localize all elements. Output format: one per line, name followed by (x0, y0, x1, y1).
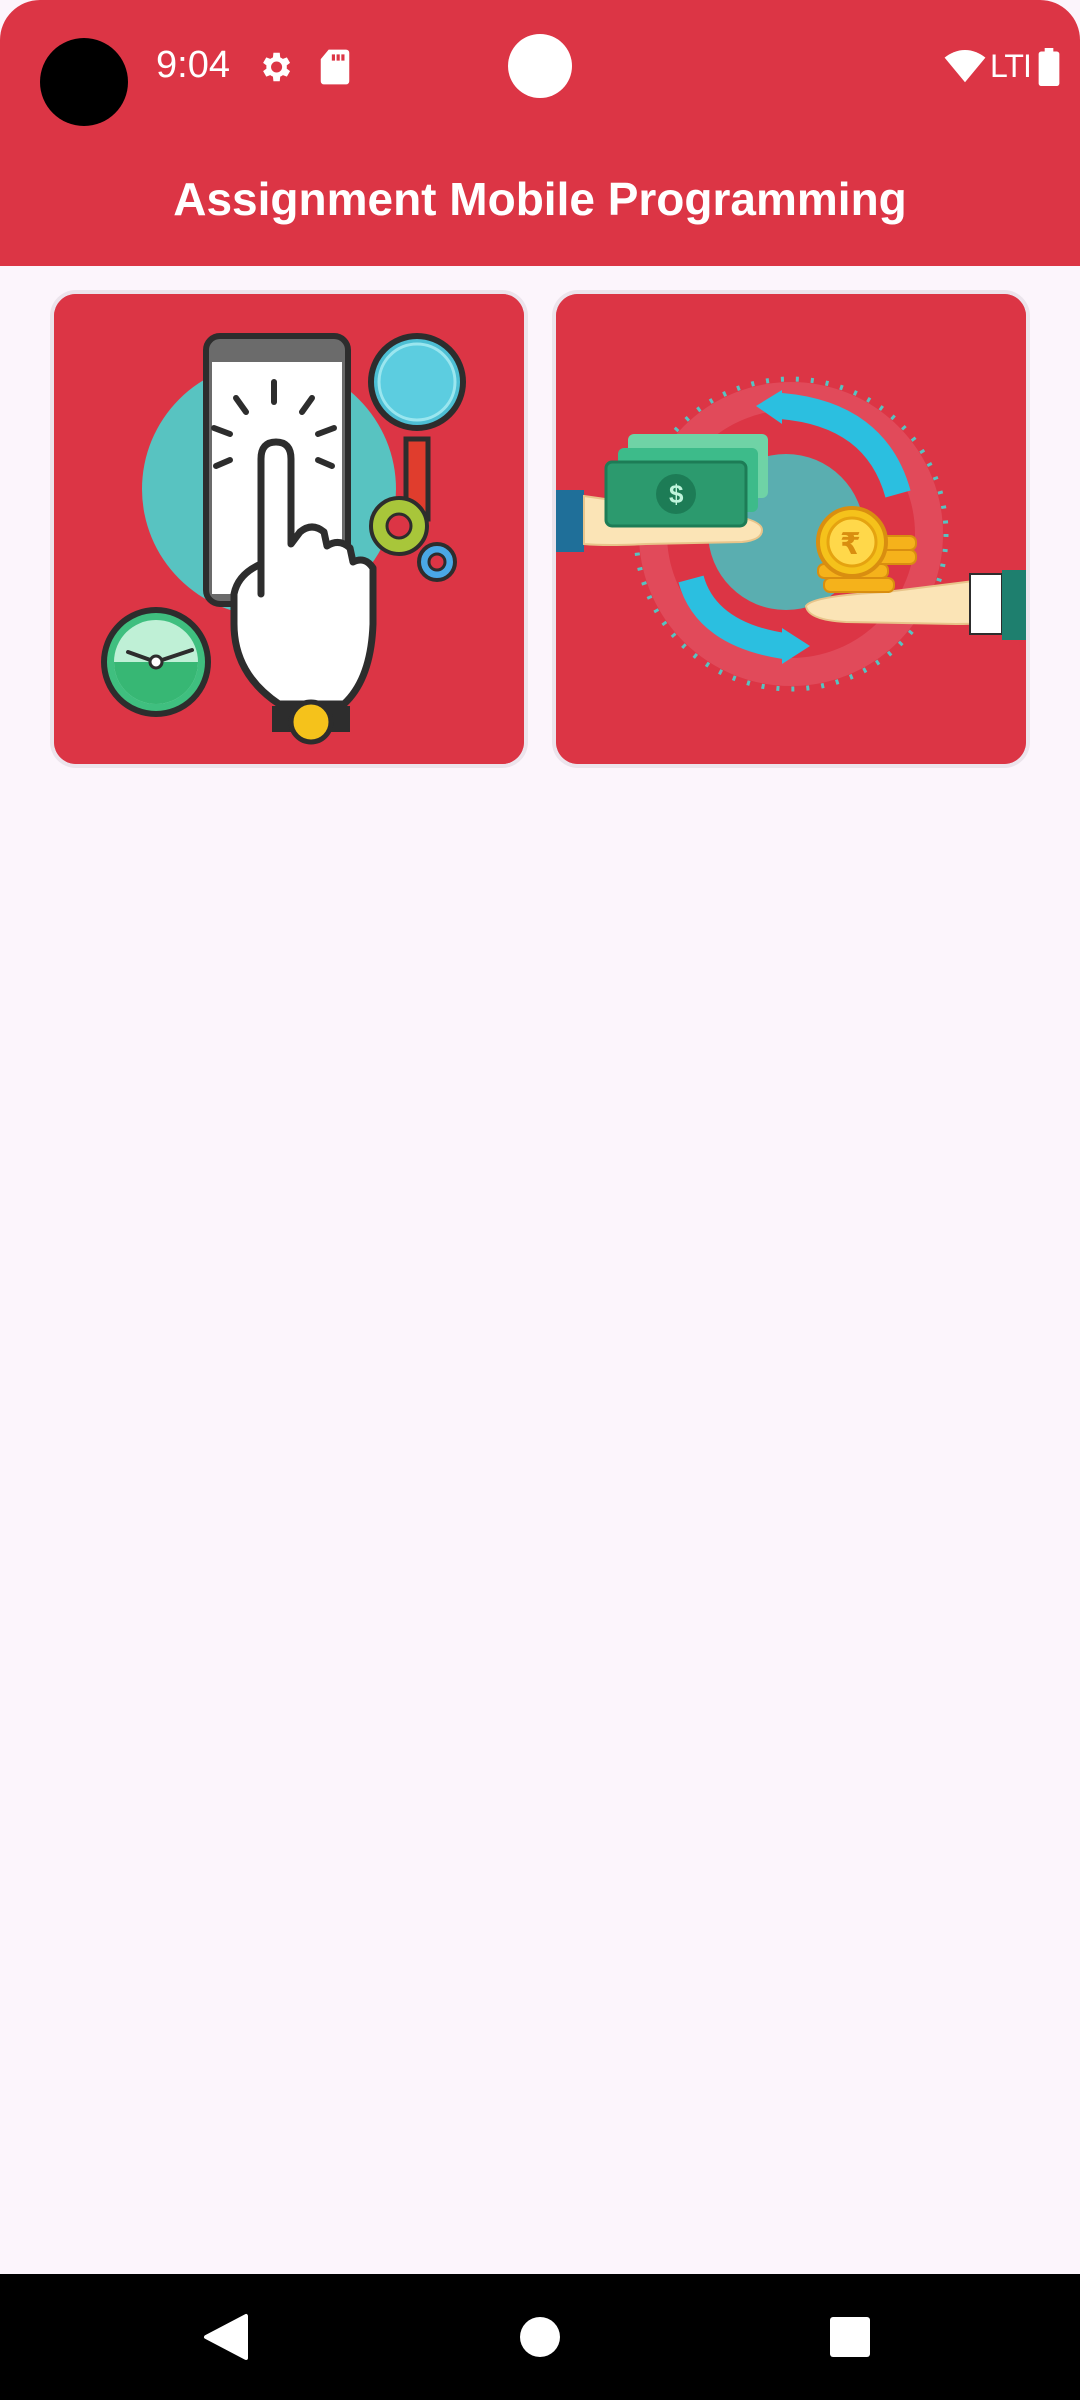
sd-card-icon (318, 48, 352, 91)
camera-cutout (40, 38, 128, 126)
home-button[interactable] (480, 2274, 600, 2400)
money-exchange-illustration: $ ₹ (556, 294, 1026, 764)
app-screen: 9:04 LTI Assignment Mobile Programming $… (0, 0, 1080, 2400)
recents-icon (830, 2317, 870, 2357)
navigation-bar (0, 2274, 1080, 2400)
network-type: LTI (990, 48, 1032, 84)
svg-text:$: $ (669, 479, 684, 509)
back-icon (204, 2314, 248, 2360)
svg-text:₹: ₹ (840, 527, 861, 562)
menu-grid: $ ₹ (54, 294, 1026, 764)
battery-icon (1038, 48, 1060, 91)
menu-card-money-exchange[interactable]: $ ₹ (556, 294, 1026, 764)
page-title: Assignment Mobile Programming (173, 173, 907, 225)
status-time: 9:04 (156, 44, 230, 86)
recents-button[interactable] (790, 2274, 910, 2400)
status-bar: 9:04 LTI (0, 0, 1080, 140)
menu-card-touch[interactable] (54, 294, 524, 764)
wifi-icon (944, 50, 986, 89)
home-icon (520, 2317, 560, 2357)
app-header: 9:04 LTI Assignment Mobile Programming (0, 0, 1080, 266)
back-button[interactable] (166, 2274, 286, 2400)
hand-tapping-phone-illustration (54, 294, 524, 764)
front-sensor (508, 34, 572, 98)
settings-icon (256, 48, 294, 91)
